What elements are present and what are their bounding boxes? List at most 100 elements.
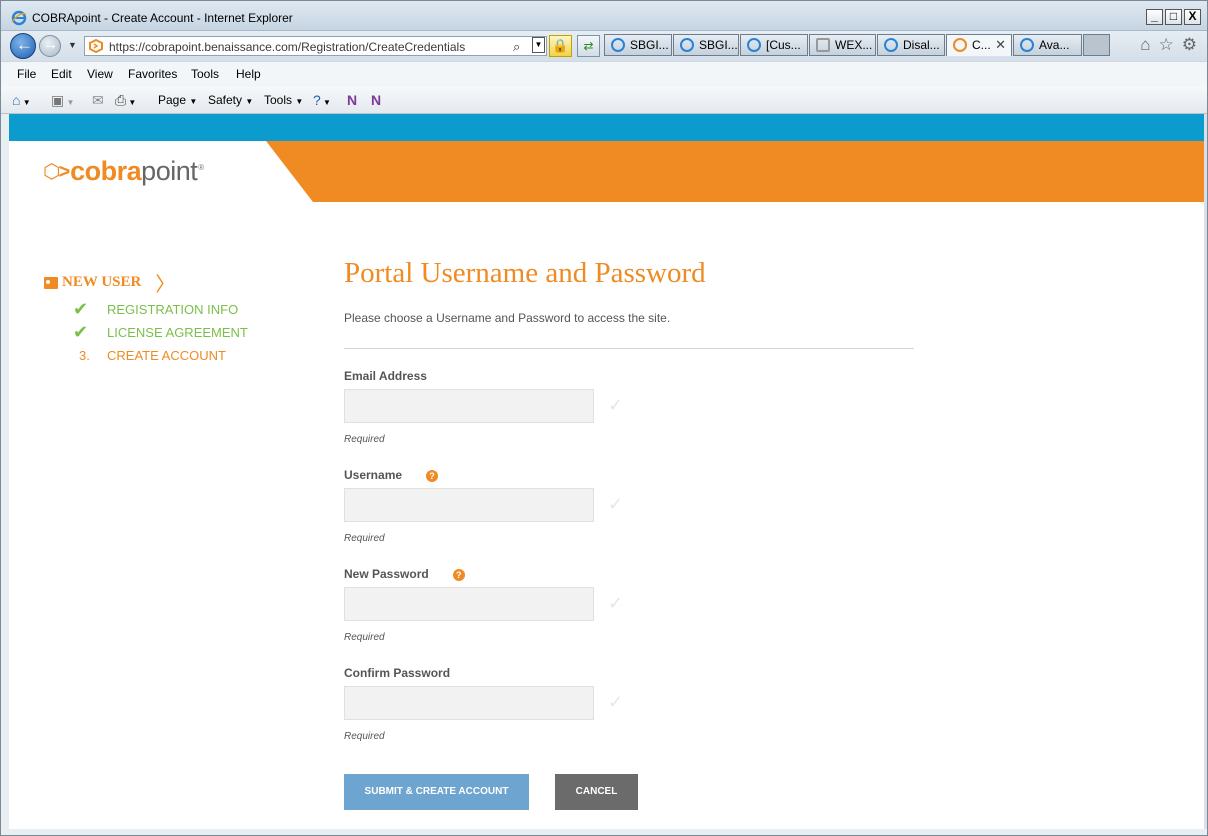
- tab-label: SBGI...: [699, 38, 738, 52]
- favorites-star-icon[interactable]: ☆: [1159, 35, 1174, 55]
- intro-text: Please choose a Username and Password to…: [344, 311, 671, 325]
- safety-menu[interactable]: Safety ▼: [208, 93, 253, 107]
- window-right-edge: [1204, 114, 1207, 829]
- feeds-icon[interactable]: ▣ ▼: [51, 92, 74, 109]
- cobrapoint-logo[interactable]: ⬡> cobrapoint®: [43, 156, 204, 187]
- step-number: 3.: [79, 348, 90, 363]
- browser-tab[interactable]: WEX...: [809, 34, 876, 56]
- new-password-field[interactable]: [344, 587, 594, 621]
- browser-tab[interactable]: SBGI...: [604, 34, 672, 56]
- command-bar: ⌂ ▼ ▣ ▼ ✉ ⎙ ▼ Page ▼ Safety ▼ Tools ▼ ? …: [1, 87, 1207, 114]
- required-note: Required: [344, 434, 385, 445]
- steps-heading: NEW USER 〉: [44, 268, 175, 297]
- window-controls: _ □ X: [1146, 9, 1201, 25]
- menu-bar: File Edit View Favorites Tools Help: [1, 61, 1207, 87]
- confirm-password-label: Confirm Password: [344, 666, 451, 680]
- logo-mark-icon: ⬡>: [43, 161, 70, 183]
- page-menu[interactable]: Page ▼: [158, 93, 197, 107]
- cloud-tab-icon: [816, 38, 830, 52]
- navigation-bar: ▼ https://cobrapoint.benaissance.com/Reg…: [1, 31, 1207, 61]
- back-button[interactable]: [10, 33, 36, 59]
- ie-tab-icon: [1020, 38, 1034, 52]
- address-url[interactable]: https://cobrapoint.benaissance.com/Regis…: [109, 40, 465, 54]
- web-page: ⬡> cobrapoint® NEW USER 〉 ✔ REGISTRATION…: [9, 114, 1206, 829]
- tab-label: C...: [972, 38, 991, 52]
- security-lock-icon[interactable]: 🔒: [549, 35, 572, 57]
- new-tab-button[interactable]: [1083, 34, 1110, 56]
- close-tab-icon[interactable]: ✕: [995, 35, 1006, 55]
- help-icon[interactable]: ?: [426, 470, 439, 482]
- title-bar: COBRApoint - Create Account - Internet E…: [1, 1, 1207, 31]
- settings-gear-icon[interactable]: ⚙: [1182, 35, 1197, 55]
- header-orange-band: [266, 141, 1206, 202]
- ie-tab-icon: [680, 38, 694, 52]
- menu-help[interactable]: Help: [236, 67, 261, 81]
- home-icon[interactable]: ⌂: [1140, 35, 1150, 55]
- onenote-icon[interactable]: N: [347, 92, 357, 108]
- top-blue-strip: [9, 114, 1206, 141]
- email-field[interactable]: [344, 389, 594, 423]
- browser-tab[interactable]: SBGI...: [673, 34, 739, 56]
- window-title: COBRApoint - Create Account - Internet E…: [32, 11, 293, 25]
- address-bar[interactable]: https://cobrapoint.benaissance.com/Regis…: [84, 36, 547, 56]
- logo-text: cobrapoint®: [70, 156, 204, 186]
- tab-label: Ava...: [1039, 38, 1070, 52]
- ie-tab-icon: [611, 38, 625, 52]
- tools-menu[interactable]: Tools ▼: [264, 93, 303, 107]
- validation-check-icon: ✓: [608, 692, 624, 712]
- menu-file[interactable]: File: [17, 67, 36, 81]
- help-icon[interactable]: ? ▼: [313, 92, 331, 108]
- username-field[interactable]: [344, 488, 594, 522]
- validation-check-icon: ✓: [608, 593, 624, 613]
- submit-create-account-button[interactable]: SUBMIT & CREATE ACCOUNT: [344, 774, 529, 810]
- browser-tab[interactable]: Ava...: [1013, 34, 1082, 56]
- maximize-button[interactable]: □: [1165, 9, 1182, 25]
- step-label: REGISTRATION INFO: [107, 302, 239, 317]
- tab-label: SBGI...: [630, 38, 669, 52]
- step-label: CREATE ACCOUNT: [107, 348, 226, 363]
- tab-label: Disal...: [903, 38, 940, 52]
- address-dropdown-button[interactable]: ▼: [532, 37, 545, 53]
- validation-check-icon: ✓: [608, 494, 624, 514]
- checkmark-icon: ✔: [73, 299, 89, 319]
- new-password-label: New Password?: [344, 567, 465, 581]
- username-label: Username?: [344, 468, 439, 482]
- mail-icon[interactable]: ✉: [92, 92, 104, 109]
- browser-tab[interactable]: Disal...: [877, 34, 945, 56]
- checkmark-icon: ✔: [73, 322, 89, 342]
- close-window-button[interactable]: X: [1184, 9, 1201, 25]
- email-label: Email Address: [344, 369, 427, 383]
- chevron-right-icon: 〉: [155, 274, 176, 296]
- menu-view[interactable]: View: [87, 67, 113, 81]
- id-card-icon: [44, 276, 58, 289]
- print-icon[interactable]: ⎙ ▼: [115, 92, 136, 109]
- help-icon[interactable]: ?: [452, 569, 465, 581]
- onenote-linked-icon[interactable]: N: [371, 92, 381, 108]
- divider: [344, 348, 914, 349]
- browser-tools: ⌂ ☆ ⚙: [1140, 35, 1197, 55]
- browser-tab-active[interactable]: C... ✕: [946, 34, 1012, 56]
- steps-heading-label: NEW USER: [62, 274, 142, 290]
- forward-button[interactable]: [39, 35, 61, 57]
- search-icon[interactable]: ⌕: [513, 39, 520, 55]
- ie-tab-icon: [884, 38, 898, 52]
- confirm-password-field[interactable]: [344, 686, 594, 720]
- required-note: Required: [344, 632, 385, 643]
- site-favicon-icon: [89, 39, 103, 53]
- cancel-button[interactable]: CANCEL: [555, 774, 638, 810]
- history-dropdown-icon[interactable]: ▼: [68, 40, 77, 50]
- tab-label: [Cus...: [766, 38, 801, 52]
- menu-tools[interactable]: Tools: [191, 67, 219, 81]
- required-note: Required: [344, 533, 385, 544]
- refresh-button[interactable]: ⇄: [577, 35, 600, 57]
- minimize-button[interactable]: _: [1146, 9, 1163, 25]
- tab-label: WEX...: [835, 38, 873, 52]
- home-icon[interactable]: ⌂ ▼: [12, 92, 31, 108]
- menu-favorites[interactable]: Favorites: [128, 67, 177, 81]
- cobrapoint-tab-icon: [953, 38, 967, 52]
- ie-logo-icon: [11, 10, 27, 26]
- tab-strip: SBGI... SBGI... [Cus... WEX... Disal... …: [604, 34, 1110, 56]
- browser-tab[interactable]: [Cus...: [740, 34, 808, 56]
- menu-edit[interactable]: Edit: [51, 67, 72, 81]
- validation-check-icon: ✓: [608, 395, 624, 415]
